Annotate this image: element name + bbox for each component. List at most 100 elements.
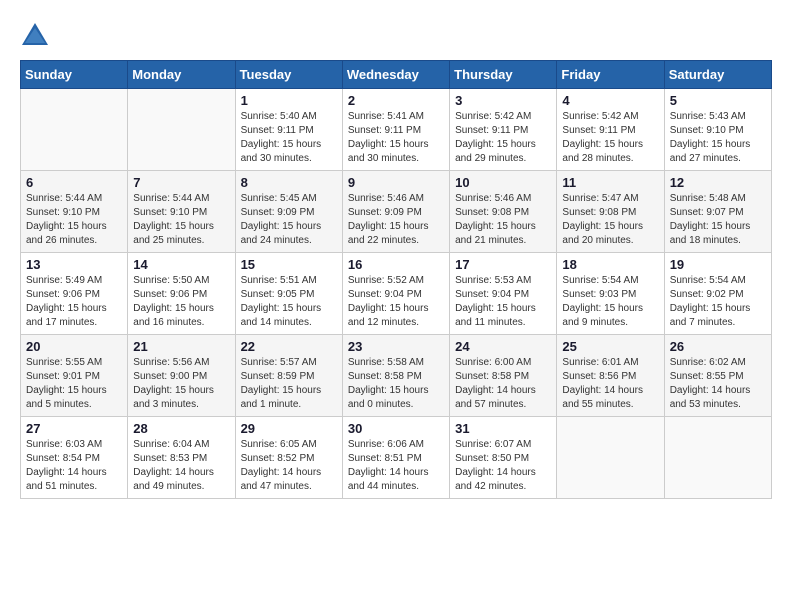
day-info: Sunrise: 5:56 AM Sunset: 9:00 PM Dayligh…	[133, 356, 229, 412]
day-info: Sunrise: 5:42 AM Sunset: 9:11 PM Dayligh…	[455, 110, 551, 166]
calendar-cell: 20 Sunrise: 5:55 AM Sunset: 9:01 PM Dayli…	[21, 335, 128, 417]
day-info: Sunrise: 6:07 AM Sunset: 8:50 PM Dayligh…	[455, 438, 551, 494]
day-number: 18	[562, 257, 658, 272]
calendar-cell: 13 Sunrise: 5:49 AM Sunset: 9:06 PM Dayli…	[21, 253, 128, 335]
calendar-cell: 8 Sunrise: 5:45 AM Sunset: 9:09 PM Daylig…	[235, 171, 342, 253]
day-info: Sunrise: 5:46 AM Sunset: 9:09 PM Dayligh…	[348, 192, 444, 248]
day-number: 5	[670, 93, 766, 108]
day-info: Sunrise: 5:52 AM Sunset: 9:04 PM Dayligh…	[348, 274, 444, 330]
calendar-cell: 6 Sunrise: 5:44 AM Sunset: 9:10 PM Daylig…	[21, 171, 128, 253]
day-number: 26	[670, 339, 766, 354]
calendar-cell	[664, 417, 771, 499]
calendar-table: SundayMondayTuesdayWednesdayThursdayFrid…	[20, 60, 772, 499]
day-info: Sunrise: 5:46 AM Sunset: 9:08 PM Dayligh…	[455, 192, 551, 248]
day-header-sunday: Sunday	[21, 61, 128, 89]
day-info: Sunrise: 5:45 AM Sunset: 9:09 PM Dayligh…	[241, 192, 337, 248]
day-number: 10	[455, 175, 551, 190]
calendar-cell: 3 Sunrise: 5:42 AM Sunset: 9:11 PM Daylig…	[450, 89, 557, 171]
calendar-cell: 15Sunrise: 5:51 AM Sunset: 9:05 PM Dayli…	[235, 253, 342, 335]
day-header-thursday: Thursday	[450, 61, 557, 89]
calendar-cell: 17 Sunrise: 5:53 AM Sunset: 9:04 PM Dayli…	[450, 253, 557, 335]
page-header	[20, 20, 772, 50]
day-info: Sunrise: 5:54 AM Sunset: 9:03 PM Dayligh…	[562, 274, 658, 330]
day-info: Sunrise: 6:04 AM Sunset: 8:53 PM Dayligh…	[133, 438, 229, 494]
day-info: Sunrise: 6:06 AM Sunset: 8:51 PM Dayligh…	[348, 438, 444, 494]
calendar-cell	[21, 89, 128, 171]
calendar-cell: 28 Sunrise: 6:04 AM Sunset: 8:53 PM Dayli…	[128, 417, 235, 499]
logo	[20, 20, 54, 50]
day-number: 24	[455, 339, 551, 354]
calendar-cell: 23Sunrise: 5:58 AM Sunset: 8:58 PM Dayli…	[342, 335, 449, 417]
day-info: Sunrise: 5:44 AM Sunset: 9:10 PM Dayligh…	[133, 192, 229, 248]
calendar-header-row: SundayMondayTuesdayWednesdayThursdayFrid…	[21, 61, 772, 89]
calendar-cell: 31 Sunrise: 6:07 AM Sunset: 8:50 PM Dayli…	[450, 417, 557, 499]
day-number: 4	[562, 93, 658, 108]
calendar-cell: 7 Sunrise: 5:44 AM Sunset: 9:10 PM Daylig…	[128, 171, 235, 253]
calendar-cell: 9 Sunrise: 5:46 AM Sunset: 9:09 PM Daylig…	[342, 171, 449, 253]
day-number: 7	[133, 175, 229, 190]
day-number: 9	[348, 175, 444, 190]
day-info: Sunrise: 5:54 AM Sunset: 9:02 PM Dayligh…	[670, 274, 766, 330]
day-number: 30	[348, 421, 444, 436]
calendar-cell: 19 Sunrise: 5:54 AM Sunset: 9:02 PM Dayli…	[664, 253, 771, 335]
day-number: 19	[670, 257, 766, 272]
day-number: 21	[133, 339, 229, 354]
calendar-cell	[557, 417, 664, 499]
day-info: Sunrise: 5:50 AM Sunset: 9:06 PM Dayligh…	[133, 274, 229, 330]
day-info: Sunrise: 5:53 AM Sunset: 9:04 PM Dayligh…	[455, 274, 551, 330]
day-info: Sunrise: 5:43 AM Sunset: 9:10 PM Dayligh…	[670, 110, 766, 166]
calendar-cell: 21 Sunrise: 5:56 AM Sunset: 9:00 PM Dayli…	[128, 335, 235, 417]
day-number: 31	[455, 421, 551, 436]
calendar-cell: 27 Sunrise: 6:03 AM Sunset: 8:54 PM Dayli…	[21, 417, 128, 499]
day-header-friday: Friday	[557, 61, 664, 89]
calendar-cell: 30 Sunrise: 6:06 AM Sunset: 8:51 PM Dayli…	[342, 417, 449, 499]
day-number: 12	[670, 175, 766, 190]
day-info: Sunrise: 6:03 AM Sunset: 8:54 PM Dayligh…	[26, 438, 122, 494]
day-info: Sunrise: 6:00 AM Sunset: 8:58 PM Dayligh…	[455, 356, 551, 412]
day-number: 28	[133, 421, 229, 436]
day-number: 1	[241, 93, 337, 108]
day-header-wednesday: Wednesday	[342, 61, 449, 89]
day-header-monday: Monday	[128, 61, 235, 89]
calendar-cell: 12Sunrise: 5:48 AM Sunset: 9:07 PM Dayli…	[664, 171, 771, 253]
calendar-cell: 25Sunrise: 6:01 AM Sunset: 8:56 PM Dayli…	[557, 335, 664, 417]
calendar-cell: 11 Sunrise: 5:47 AM Sunset: 9:08 PM Dayli…	[557, 171, 664, 253]
calendar-cell: 22 Sunrise: 5:57 AM Sunset: 8:59 PM Dayli…	[235, 335, 342, 417]
calendar-week-row: 27 Sunrise: 6:03 AM Sunset: 8:54 PM Dayli…	[21, 417, 772, 499]
day-info: Sunrise: 5:47 AM Sunset: 9:08 PM Dayligh…	[562, 192, 658, 248]
calendar-cell: 16 Sunrise: 5:52 AM Sunset: 9:04 PM Dayli…	[342, 253, 449, 335]
calendar-cell: 4 Sunrise: 5:42 AM Sunset: 9:11 PM Daylig…	[557, 89, 664, 171]
day-info: Sunrise: 5:49 AM Sunset: 9:06 PM Dayligh…	[26, 274, 122, 330]
day-number: 8	[241, 175, 337, 190]
day-number: 25	[562, 339, 658, 354]
day-number: 11	[562, 175, 658, 190]
day-info: Sunrise: 5:42 AM Sunset: 9:11 PM Dayligh…	[562, 110, 658, 166]
day-info: Sunrise: 5:58 AM Sunset: 8:58 PM Dayligh…	[348, 356, 444, 412]
day-info: Sunrise: 5:57 AM Sunset: 8:59 PM Dayligh…	[241, 356, 337, 412]
day-number: 20	[26, 339, 122, 354]
calendar-cell: 18 Sunrise: 5:54 AM Sunset: 9:03 PM Dayli…	[557, 253, 664, 335]
day-number: 15	[241, 257, 337, 272]
day-number: 3	[455, 93, 551, 108]
day-info: Sunrise: 5:55 AM Sunset: 9:01 PM Dayligh…	[26, 356, 122, 412]
calendar-cell: 1Sunrise: 5:40 AM Sunset: 9:11 PM Daylig…	[235, 89, 342, 171]
day-number: 6	[26, 175, 122, 190]
day-number: 29	[241, 421, 337, 436]
day-number: 2	[348, 93, 444, 108]
calendar-cell	[128, 89, 235, 171]
calendar-week-row: 1Sunrise: 5:40 AM Sunset: 9:11 PM Daylig…	[21, 89, 772, 171]
day-number: 16	[348, 257, 444, 272]
calendar-cell: 26Sunrise: 6:02 AM Sunset: 8:55 PM Dayli…	[664, 335, 771, 417]
day-header-tuesday: Tuesday	[235, 61, 342, 89]
day-number: 27	[26, 421, 122, 436]
calendar-cell: 5 Sunrise: 5:43 AM Sunset: 9:10 PM Daylig…	[664, 89, 771, 171]
calendar-week-row: 13 Sunrise: 5:49 AM Sunset: 9:06 PM Dayli…	[21, 253, 772, 335]
day-number: 22	[241, 339, 337, 354]
calendar-cell: 14Sunrise: 5:50 AM Sunset: 9:06 PM Dayli…	[128, 253, 235, 335]
logo-icon	[20, 20, 50, 50]
calendar-week-row: 6 Sunrise: 5:44 AM Sunset: 9:10 PM Daylig…	[21, 171, 772, 253]
day-number: 13	[26, 257, 122, 272]
calendar-cell: 29Sunrise: 6:05 AM Sunset: 8:52 PM Dayli…	[235, 417, 342, 499]
day-number: 17	[455, 257, 551, 272]
day-info: Sunrise: 5:44 AM Sunset: 9:10 PM Dayligh…	[26, 192, 122, 248]
